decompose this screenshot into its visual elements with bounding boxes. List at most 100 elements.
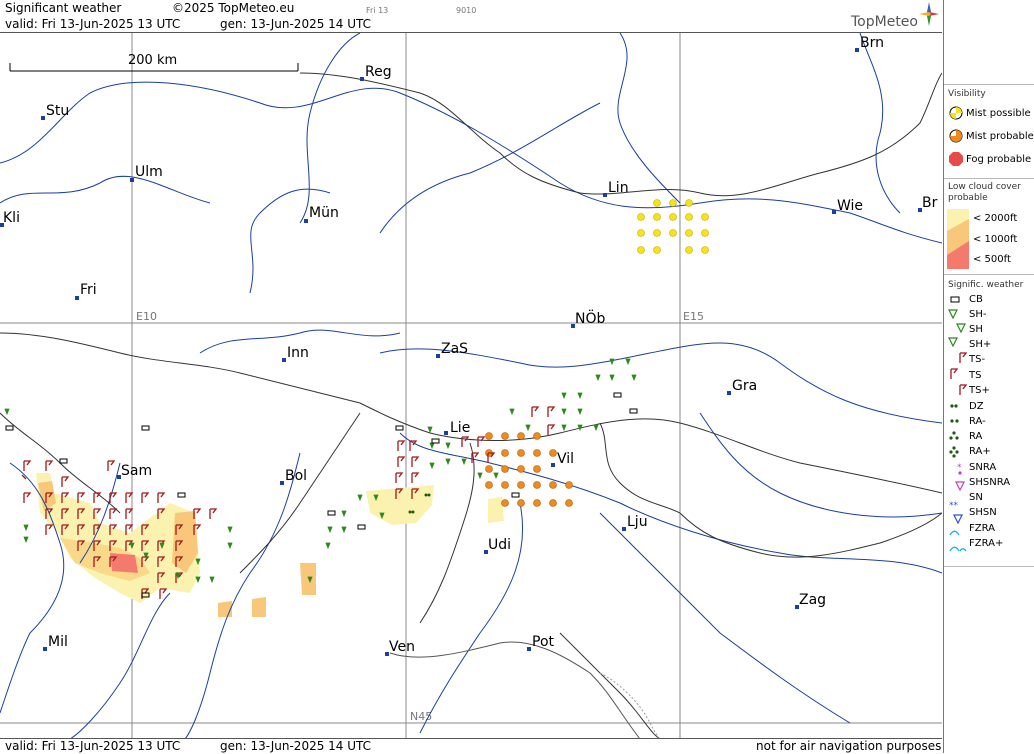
thunderstorm-heavy-icon [959, 384, 968, 395]
copyright: ©2025 TopMeteo.eu [172, 1, 295, 15]
chart-code: 9010 [456, 6, 477, 15]
brand-name: TopMeteo [851, 14, 918, 30]
mist-probable-icon [949, 129, 963, 143]
legend-label: TS+ [969, 385, 990, 396]
legend-label: Mist probable [966, 131, 1034, 142]
freezing-rain-heavy-icon [949, 546, 967, 552]
snow-rain-shower-icon [955, 481, 965, 492]
day-tab[interactable]: Fri 13 [366, 4, 388, 18]
legend-label: SH- [969, 309, 987, 320]
topmeteo-logo[interactable]: TopMeteo [846, 0, 940, 32]
legend-label: Fog probable [966, 154, 1032, 165]
legend-label: CB [969, 294, 983, 305]
legend-label: FZRA [969, 523, 995, 534]
legend-label: SH+ [969, 339, 992, 350]
disclaimer: not for air navigation purposes [756, 739, 942, 753]
legend-label: SNRA [969, 462, 997, 473]
snow-icon: ** [949, 501, 959, 511]
city-label: Brn [860, 35, 884, 51]
footer-valid-time: valid: Fri 13-Jun-2025 13 UTC [5, 739, 181, 753]
legend-label: TS- [969, 354, 986, 365]
legend-label: < 1000ft [973, 234, 1018, 245]
city-label: Lju [627, 514, 648, 530]
graticule [0, 33, 942, 739]
legend-label: < 500ft [973, 254, 1011, 265]
legend-label: SHSNRA [969, 477, 1011, 488]
footer-generation-time: gen: 13-Jun-2025 14 UTC [220, 739, 372, 753]
legend-label: RA [969, 431, 983, 442]
city-label: Mil [48, 634, 68, 650]
low-cloud-swatch [947, 209, 969, 269]
legend-heading: Visibility [948, 89, 986, 99]
mist-possible-icon [949, 106, 963, 120]
scale-label: 200 km [128, 53, 177, 68]
legend-subheading: probable [948, 193, 988, 203]
city-label: Vil [557, 451, 574, 467]
city-label: Ulm [135, 164, 163, 180]
city-label: Udi [488, 537, 511, 553]
drizzle-icon [950, 404, 958, 408]
city-label: Sam [121, 463, 152, 479]
snow-rain-icon: * [957, 463, 962, 475]
grid-label-e10: E10 [136, 310, 157, 323]
legend-label: RA- [969, 416, 986, 427]
valid-time: valid: Fri 13-Jun-2025 13 UTC [5, 17, 181, 31]
low-cloud-areas [36, 473, 504, 617]
city-label: Gra [732, 378, 757, 394]
city-label: Mün [309, 205, 339, 221]
weather-map[interactable]: E10 E15 N45 200 km Brn Reg Stu Ulm Kli M… [0, 33, 942, 739]
generation-time: gen: 13-Jun-2025 14 UTC [220, 17, 372, 31]
legend-significant-weather: Signific. weather * ** CB SH- SH SH+ TS-… [944, 274, 1034, 565]
city-label: Wie [837, 198, 863, 214]
rivers [0, 33, 942, 739]
map-title: Significant weather [5, 1, 122, 15]
map-footer: valid: Fri 13-Jun-2025 13 UTC gen: 13-Ju… [0, 738, 942, 754]
city-label: Zag [799, 592, 826, 608]
city-label: Lin [608, 180, 629, 196]
fog-probable-icon [949, 152, 963, 166]
legend-label: DZ [969, 401, 984, 412]
thunderstorm-cluster-east [395, 406, 556, 499]
shower-heavy-icon [948, 337, 958, 348]
legend-label: SH [969, 324, 983, 335]
rain-heavy-icon [949, 446, 959, 458]
legend-label: < 2000ft [973, 213, 1018, 224]
city-label: Reg [365, 64, 392, 80]
legend-label: SN [969, 492, 983, 503]
legend-label: RA+ [969, 446, 991, 457]
legend-label: TS [969, 370, 982, 381]
shower-light-icon [948, 309, 958, 320]
legend-label: Mist possible [966, 108, 1031, 119]
thunderstorm-icon [950, 368, 959, 379]
legend-heading: Signific. weather [948, 280, 1024, 290]
snow-shower-icon [953, 514, 963, 525]
legend-visibility: Visibility Mist possible Mist probable F… [944, 84, 1034, 179]
thunderstorm-light-icon [959, 352, 968, 363]
rain-icon [949, 431, 959, 440]
legend-low-cloud: Low cloud cover probable < 2000ft < 1000… [944, 178, 1034, 271]
cb-icon [950, 296, 960, 303]
mist-probable-cluster [485, 432, 573, 507]
city-label: Bol [285, 468, 307, 484]
city-label: Pot [532, 634, 555, 650]
city-label: Ven [389, 639, 415, 655]
coastline [389, 641, 641, 739]
legend-heading: Low cloud cover [948, 182, 1021, 192]
city-label: Fri [80, 282, 97, 298]
city-label: Stu [46, 103, 69, 119]
city-label: ZaS [441, 341, 468, 357]
shower-icon [956, 323, 966, 334]
legend-panel: Visibility Mist possible Mist probable F… [943, 0, 1034, 753]
legend-label: SHSN [969, 507, 997, 518]
grid-label-e15: E15 [683, 310, 704, 323]
legend-label: FZRA+ [969, 538, 1004, 549]
map-header: Significant weather ©2025 TopMeteo.eu Fr… [0, 0, 942, 33]
compass-icon [919, 2, 939, 26]
freezing-rain-icon [949, 530, 960, 536]
city-label: Lie [450, 420, 470, 436]
city-label: Kli [3, 210, 20, 226]
city-label: Inn [287, 345, 309, 361]
map-canvas: E10 E15 N45 200 km Brn Reg Stu Ulm Kli M… [0, 33, 942, 739]
city-label: Br [922, 195, 938, 211]
rain-light-icon [950, 419, 959, 423]
